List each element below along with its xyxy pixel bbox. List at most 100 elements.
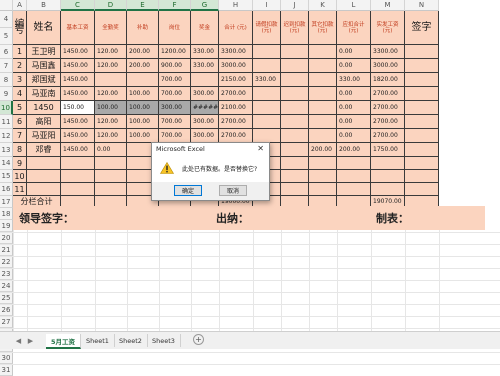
cell-total-row12[interactable]: 2700.00 — [219, 129, 253, 143]
header-name[interactable]: 姓名 — [27, 11, 61, 45]
cell-actual-row7[interactable]: 3000.00 — [371, 59, 405, 73]
cell-attend-row11[interactable]: 120.00 — [95, 115, 127, 129]
header-other[interactable]: 其它扣款(元) — [309, 11, 337, 45]
select-all-corner[interactable] — [0, 0, 13, 11]
row-header-21[interactable]: 21 — [0, 244, 13, 256]
cell-name-row12[interactable]: 马亚阳 — [27, 129, 61, 143]
cell-other-row8[interactable] — [309, 73, 337, 87]
cell-actual-row13[interactable]: 1750.00 — [371, 143, 405, 157]
tab-may-salary[interactable]: 5月工资 — [46, 334, 82, 349]
cell-no-row16[interactable]: 11 — [13, 183, 27, 196]
cell-subsidy-row11[interactable]: 100.00 — [127, 115, 159, 129]
cell-post-row9[interactable]: 700.00 — [159, 87, 191, 101]
cell-attend-row8[interactable] — [95, 73, 127, 87]
cell-post-row12[interactable]: 700.00 — [159, 129, 191, 143]
close-icon[interactable]: ✕ — [257, 144, 264, 153]
cell-sign-row13[interactable] — [405, 143, 439, 157]
cell-sign-row11[interactable] — [405, 115, 439, 129]
row-header-16[interactable]: 16 — [0, 183, 13, 196]
cell-attend-row13[interactable]: 0.00 — [95, 143, 127, 157]
row-header-24[interactable]: 24 — [0, 280, 13, 292]
cell-other-row16[interactable] — [309, 183, 337, 196]
cell-name-row13[interactable]: 邓睿 — [27, 143, 61, 157]
cell-actual-row14[interactable] — [371, 157, 405, 170]
cell-attend-row14[interactable] — [95, 157, 127, 170]
row-header-9[interactable]: 9 — [0, 87, 13, 101]
cell-name-row10[interactable]: 1450 — [27, 101, 61, 115]
cell-late-row14[interactable] — [281, 157, 309, 170]
cell-name-row14[interactable] — [27, 157, 61, 170]
cell-bonus-row11[interactable]: 300.00 — [191, 115, 219, 129]
cell-subsidy-row10[interactable]: 100.00 — [127, 101, 159, 115]
row-header-17[interactable]: 17 — [0, 196, 13, 208]
cell-no-row9[interactable]: 4 — [13, 87, 27, 101]
row-header-25[interactable]: 25 — [0, 292, 13, 304]
cell-deduct-row12[interactable]: 0.00 — [337, 129, 371, 143]
cell-deduct-row7[interactable]: 0.00 — [337, 59, 371, 73]
cell-no-row8[interactable]: 3 — [13, 73, 27, 87]
cell-name-row9[interactable]: 马亚南 — [27, 87, 61, 101]
column-header-l[interactable]: L — [337, 0, 371, 11]
cell-bonus-row7[interactable]: 330.00 — [191, 59, 219, 73]
next-sheet-icon[interactable]: ▶ — [26, 335, 35, 346]
cell-no-row14[interactable]: 9 — [13, 157, 27, 170]
cell-other-row7[interactable] — [309, 59, 337, 73]
cell-leave-row12[interactable] — [253, 129, 281, 143]
cell-leave-row9[interactable] — [253, 87, 281, 101]
header-total[interactable]: 合计 (元) — [219, 11, 253, 45]
cell-no-row11[interactable]: 6 — [13, 115, 27, 129]
column-header-b[interactable]: B — [27, 0, 61, 11]
cell-attend-row7[interactable]: 120.00 — [95, 59, 127, 73]
cell-attend-row10[interactable]: 100.00 — [95, 101, 127, 115]
cell-other-row10[interactable] — [309, 101, 337, 115]
cell-other-row6[interactable] — [309, 45, 337, 59]
cell-leave-row10[interactable] — [253, 101, 281, 115]
cell-other-row11[interactable] — [309, 115, 337, 129]
cell-no-row13[interactable]: 8 — [13, 143, 27, 157]
cell-no-row6[interactable]: 1 — [13, 45, 27, 59]
row-header-10[interactable]: 10 — [0, 101, 13, 115]
cell-subsidy-row9[interactable]: 100.00 — [127, 87, 159, 101]
cell-bonus-row12[interactable]: 300.00 — [191, 129, 219, 143]
row-header-12[interactable]: 12 — [0, 129, 13, 143]
cell-actual-row11[interactable]: 2700.00 — [371, 115, 405, 129]
tab-sheet2[interactable]: Sheet2 — [114, 334, 148, 347]
cell-name-row6[interactable]: 王卫明 — [27, 45, 61, 59]
cell-sign-row8[interactable] — [405, 73, 439, 87]
row-header-22[interactable]: 22 — [0, 256, 13, 268]
cell-other-row9[interactable] — [309, 87, 337, 101]
column-header-c[interactable]: C — [61, 0, 95, 11]
cell-name-row8[interactable]: 郑国斌 — [27, 73, 61, 87]
cell-name-row7[interactable]: 马国鑫 — [27, 59, 61, 73]
row-header-18[interactable]: 18 — [0, 208, 13, 220]
header-actual[interactable]: 实发工资 (元) — [371, 11, 405, 45]
cell-sign-row15[interactable] — [405, 170, 439, 183]
row-header-7[interactable]: 7 — [0, 59, 13, 73]
cell-base-row9[interactable]: 1450.00 — [61, 87, 95, 101]
cell-other-row12[interactable] — [309, 129, 337, 143]
row-header-26[interactable]: 26 — [0, 304, 13, 316]
ok-button[interactable]: 确定 — [174, 185, 202, 196]
cell-no-row10[interactable]: 5 — [13, 101, 27, 115]
cell-bonus-row6[interactable]: 330.00 — [191, 45, 219, 59]
column-header-h[interactable]: H — [219, 0, 253, 11]
cell-subsidy-row12[interactable]: 100.00 — [127, 129, 159, 143]
column-header-n[interactable]: N — [405, 0, 439, 11]
cell-late-row15[interactable] — [281, 170, 309, 183]
column-header-d[interactable]: D — [95, 0, 127, 11]
header-attend[interactable]: 全勤奖 — [95, 11, 127, 45]
header-base[interactable]: 基本工资 — [61, 11, 95, 45]
cell-deduct-row6[interactable]: 0.00 — [337, 45, 371, 59]
cell-attend-row6[interactable]: 120.00 — [95, 45, 127, 59]
cell-total-row10[interactable]: 2100.00 — [219, 101, 253, 115]
cell-no-row12[interactable]: 7 — [13, 129, 27, 143]
cell-total-row8[interactable]: 2150.00 — [219, 73, 253, 87]
header-late[interactable]: 迟到扣款(元) — [281, 11, 309, 45]
cell-actual-row10[interactable]: 2700.00 — [371, 101, 405, 115]
cell-total-row7[interactable]: 3000.00 — [219, 59, 253, 73]
cell-deduct-row15[interactable] — [337, 170, 371, 183]
cell-attend-row9[interactable]: 120.00 — [95, 87, 127, 101]
row-header-19[interactable]: 19 — [0, 220, 13, 232]
cell-name-row16[interactable] — [27, 183, 61, 196]
cell-other-row15[interactable] — [309, 170, 337, 183]
